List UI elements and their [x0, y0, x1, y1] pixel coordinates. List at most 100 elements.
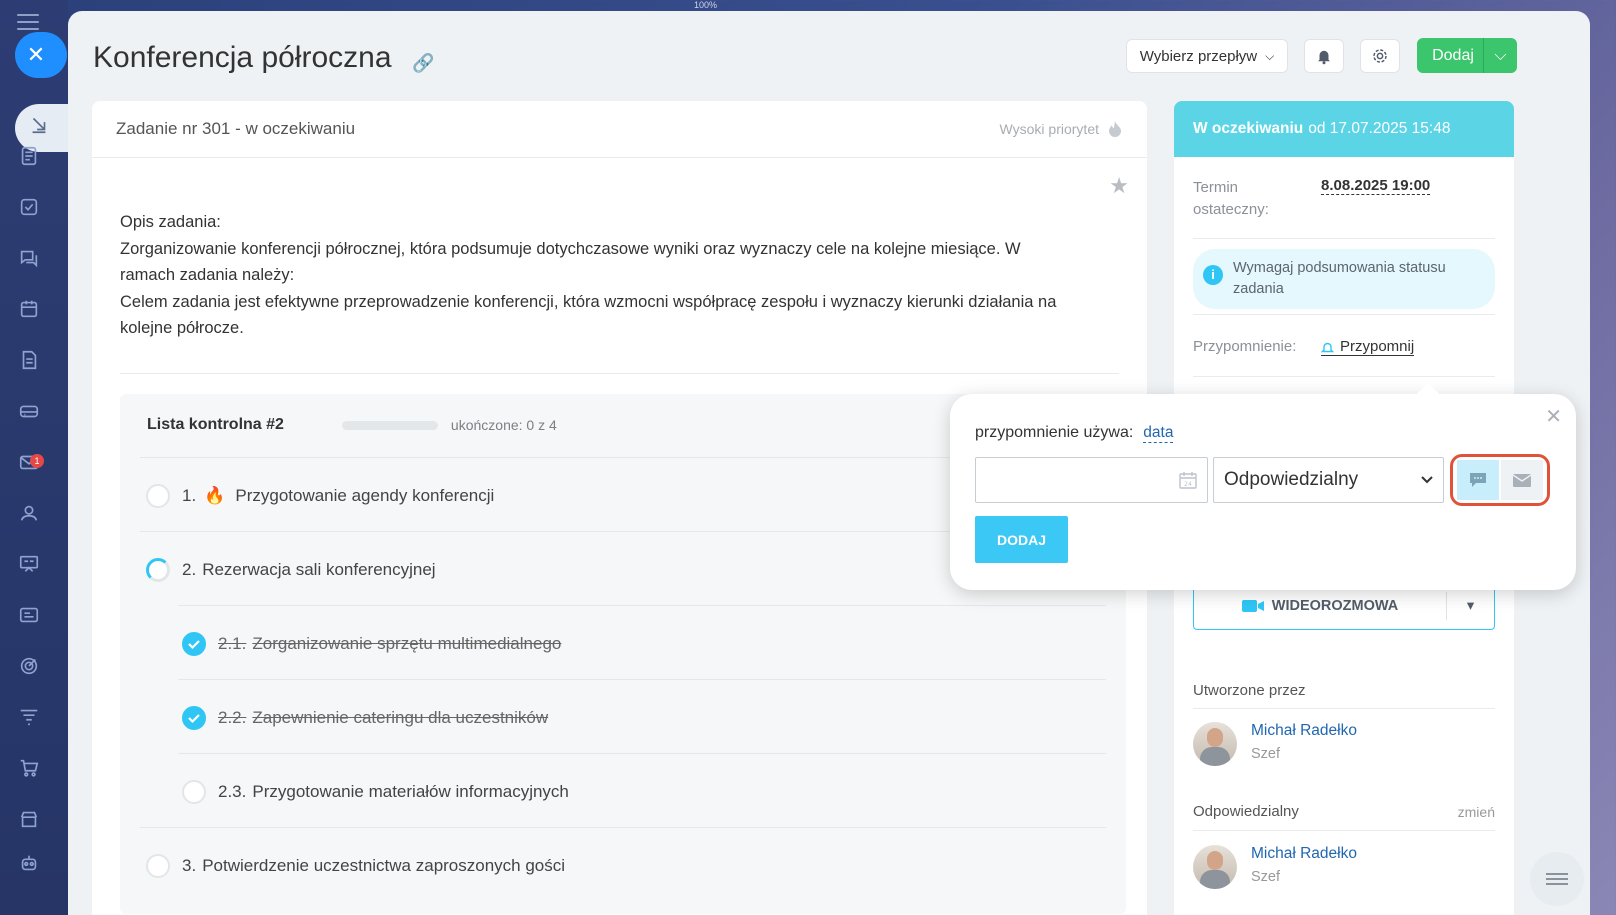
item-number: 3.	[182, 856, 197, 875]
require-summary-text: zadania	[1233, 281, 1284, 297]
creator-role: Szef	[1251, 746, 1281, 762]
flow-select[interactable]: Wybierz przepływ ⌵	[1126, 39, 1288, 73]
cart-icon[interactable]	[16, 755, 42, 781]
reminder-row: Przypomnienie: Przypomnij	[1193, 338, 1495, 356]
video-call-main[interactable]: WIDEOROZMOWA	[1194, 598, 1446, 614]
checklist-item[interactable]: 2.1. Zorganizowanie sprzętu multimedialn…	[182, 632, 561, 656]
target-icon[interactable]	[16, 653, 42, 679]
checkbox-circle[interactable]	[146, 484, 170, 508]
recipient-select[interactable]: Odpowiedzialny	[1213, 457, 1444, 503]
divider	[1193, 314, 1495, 315]
deadline-value[interactable]: 8.08.2025 19:00	[1321, 177, 1431, 195]
add-reminder-button[interactable]: DODAJ	[975, 516, 1068, 563]
feed-icon[interactable]	[16, 143, 42, 169]
require-summary-pill[interactable]: i Wymagaj podsumowania statusu zadania	[1193, 249, 1495, 309]
checkbox-circle[interactable]	[182, 780, 206, 804]
video-camera-icon	[1241, 600, 1264, 612]
list-icon	[1546, 870, 1568, 888]
item-number: 2.	[182, 560, 197, 579]
calendar-icon[interactable]: 24	[1179, 471, 1197, 489]
status-name: W oczekiwaniu	[1193, 120, 1304, 137]
reminder-link-label: Przypomnij	[1340, 338, 1415, 355]
copy-link-icon[interactable]: 🔗	[412, 53, 434, 74]
item-number: 1.	[182, 486, 197, 505]
checklist-name[interactable]: Lista kontrolna #2	[147, 416, 284, 434]
checked-circle[interactable]	[182, 632, 206, 656]
download-icon[interactable]	[26, 111, 52, 137]
zoom-indicator: 100%	[694, 0, 718, 10]
divider	[1193, 376, 1495, 377]
creator-name[interactable]: Michał Radełko	[1251, 720, 1357, 742]
mail-badge: 1	[30, 454, 44, 468]
svg-text:24: 24	[1184, 481, 1192, 488]
presentation-icon[interactable]	[16, 551, 42, 577]
hamburger-menu-icon[interactable]	[17, 14, 39, 32]
fire-icon: 🔥	[204, 486, 226, 505]
reminder-uses-label: przypomnienie używa:	[975, 424, 1134, 441]
description-line: Celem zadania jest efektywne przeprowadz…	[120, 292, 1057, 311]
avatar[interactable]	[1193, 722, 1237, 766]
task-card-header: Zadanie nr 301 - w oczekiwaniu Wysoki pr…	[92, 101, 1147, 158]
reminder-uses-row: przypomnienie używa: data	[975, 424, 1174, 443]
video-call-label: WIDEOROZMOWA	[1271, 598, 1399, 614]
calendar-icon[interactable]	[16, 296, 42, 322]
contacts-icon[interactable]	[16, 500, 42, 526]
close-slider-button[interactable]: ✕	[15, 32, 67, 78]
favorite-star-icon[interactable]: ★	[1109, 173, 1129, 199]
change-responsible-link[interactable]: zmień	[1458, 804, 1495, 820]
responsible-person[interactable]: Michał Radełko Szef	[1193, 843, 1357, 889]
require-summary-row[interactable]: i Wymagaj podsumowania statusu zadania	[1193, 249, 1495, 309]
gear-icon	[1373, 49, 1387, 63]
checklist-item[interactable]: 1. 🔥 Przygotowanie agendy konferencji	[146, 484, 494, 508]
add-button-label: Dodaj	[1432, 46, 1474, 64]
checked-circle[interactable]	[182, 706, 206, 730]
settings-button[interactable]	[1360, 39, 1400, 73]
email-channel-button[interactable]	[1501, 460, 1543, 500]
crm-icon[interactable]	[16, 602, 42, 628]
funnel-icon[interactable]	[16, 704, 42, 730]
item-label: Zorganizowanie sprzętu multimedialnego	[252, 634, 562, 653]
status-since: od 17.07.2025 15:48	[1308, 120, 1451, 137]
responsible-name[interactable]: Michał Radełko	[1251, 843, 1357, 865]
chevron-down-icon	[1421, 476, 1433, 484]
checklist-item[interactable]: 2. Rezerwacja sali konferencyjnej	[146, 558, 436, 582]
reminder-type-link[interactable]: data	[1143, 424, 1174, 443]
store-icon[interactable]	[16, 806, 42, 832]
close-icon[interactable]: ✕	[1545, 404, 1562, 429]
creator-person[interactable]: Michał Radełko Szef	[1193, 720, 1357, 766]
divider	[120, 373, 1119, 374]
chat-icon[interactable]	[16, 245, 42, 271]
checklist-item[interactable]: 2.3. Przygotowanie materiałów informacyj…	[182, 780, 569, 804]
divider	[178, 753, 1106, 754]
priority-toggle[interactable]: Wysoki priorytet	[1000, 120, 1123, 138]
item-label: Zapewnienie cateringu dla uczestników	[252, 708, 549, 727]
bell-button[interactable]	[1304, 39, 1344, 73]
item-label: Potwierdzenie uczestnictwa zaproszonych …	[202, 856, 566, 875]
chevron-down-icon[interactable]: ▾	[1446, 592, 1494, 620]
reminder-link[interactable]: Przypomnij	[1321, 338, 1415, 356]
chat-bubble-icon	[1470, 473, 1486, 487]
responsible-role: Szef	[1251, 869, 1281, 885]
tasks-icon[interactable]	[16, 194, 42, 220]
avatar[interactable]	[1193, 845, 1237, 889]
reminder-date-input[interactable]: 24	[975, 457, 1208, 503]
item-number: 2.2.	[218, 708, 247, 727]
progress-circle[interactable]	[146, 558, 170, 582]
checklist-item[interactable]: 2.2. Zapewnienie cateringu dla uczestnik…	[182, 706, 548, 730]
require-summary-text: Wymagaj podsumowania statusu	[1233, 260, 1446, 276]
responsible-section: Odpowiedzialny	[1193, 803, 1495, 821]
add-button[interactable]: Dodaj ⌵	[1417, 38, 1517, 73]
documents-icon[interactable]	[16, 347, 42, 373]
status-header: W oczekiwaniu od 17.07.2025 15:48	[1174, 101, 1514, 157]
checkbox-circle[interactable]	[146, 854, 170, 878]
message-channel-button[interactable]	[1457, 460, 1499, 500]
checklist-item[interactable]: 3. Potwierdzenie uczestnictwa zaproszony…	[146, 854, 565, 878]
divider	[178, 605, 1106, 606]
item-label: Przygotowanie agendy konferencji	[235, 486, 495, 505]
drive-icon[interactable]	[16, 398, 42, 424]
recipient-selected: Odpowiedzialny	[1224, 469, 1359, 490]
robot-icon[interactable]	[16, 850, 42, 876]
chevron-down-icon[interactable]: ⌵	[1483, 38, 1517, 73]
check-icon	[188, 640, 200, 650]
list-menu-button[interactable]	[1530, 852, 1584, 906]
